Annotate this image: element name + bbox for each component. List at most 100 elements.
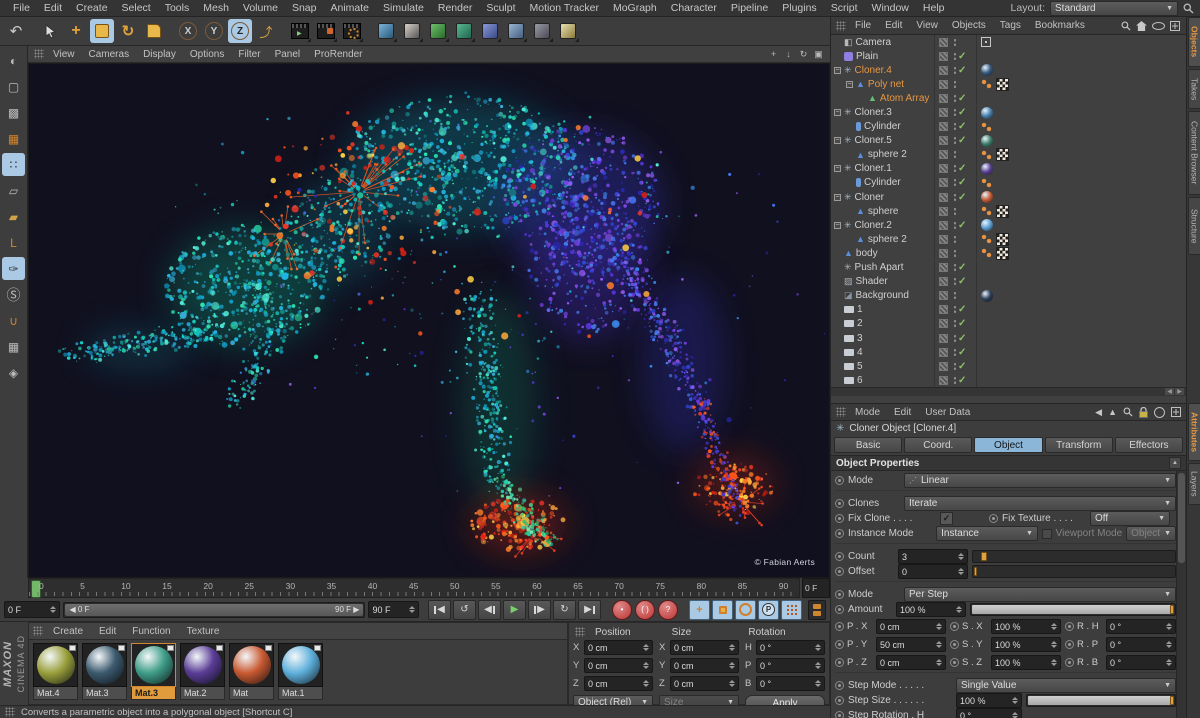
menu-create[interactable]: Create	[69, 2, 115, 14]
psr-field[interactable]: 100 %	[991, 655, 1061, 670]
tab-object[interactable]: Object	[974, 437, 1043, 453]
material-menu-function[interactable]: Function	[124, 626, 178, 637]
drag-handle-icon[interactable]	[33, 626, 43, 636]
keyframe-dot-icon[interactable]	[835, 640, 844, 649]
panel-tab-content-browser[interactable]: Content Browser	[1188, 111, 1200, 195]
search-icon[interactable]	[1183, 3, 1194, 14]
attribute-menu-user-data[interactable]: User Data	[918, 407, 977, 418]
tree-row[interactable]: − ✳ Cloner ✓	[831, 190, 1186, 205]
tree-row[interactable]: Plain ✓	[831, 49, 1186, 64]
expand-icon[interactable]: −	[834, 193, 841, 201]
keyframe-dot-icon[interactable]	[950, 658, 959, 667]
tree-row[interactable]: 3 ✓	[831, 331, 1186, 346]
expand-icon[interactable]: −	[834, 221, 841, 229]
stepper-icon[interactable]	[729, 680, 735, 687]
panel-tab-objects[interactable]: Objects	[1188, 17, 1200, 67]
psr-field[interactable]: 0 °	[1106, 637, 1176, 652]
camera-icon[interactable]	[530, 19, 554, 43]
object-menu-file[interactable]: File	[848, 20, 878, 31]
visibility-toggles[interactable]: ✓	[951, 218, 977, 233]
stepper-icon[interactable]	[643, 644, 649, 651]
material-menu-create[interactable]: Create	[45, 626, 91, 637]
menu-mograph[interactable]: MoGraph	[606, 2, 664, 14]
phong-tag-icon[interactable]	[981, 248, 993, 259]
menu-edit[interactable]: Edit	[37, 2, 69, 14]
lock-z-icon[interactable]: Z	[228, 19, 252, 43]
layer-chip[interactable]	[934, 302, 951, 317]
material-item[interactable]: Mat.2	[180, 643, 225, 700]
drag-handle-icon[interactable]	[34, 49, 44, 59]
menu-character[interactable]: Character	[664, 2, 724, 14]
keyframe-dot-icon[interactable]	[835, 552, 844, 561]
object-menu-tags[interactable]: Tags	[993, 20, 1028, 31]
stepper-icon[interactable]	[1166, 623, 1172, 630]
layer-chip[interactable]	[934, 288, 951, 303]
live-selection-icon[interactable]	[38, 19, 62, 43]
material-checkbox[interactable]	[216, 645, 223, 651]
track-mode-icon[interactable]	[1154, 406, 1165, 418]
material-checkbox[interactable]	[265, 645, 272, 651]
tree-row[interactable]: − ✳ Cloner.4 ✓	[831, 63, 1186, 78]
expand-icon[interactable]: −	[834, 165, 841, 173]
tree-row[interactable]: Cylinder ✓	[831, 119, 1186, 134]
phong-tag-icon[interactable]	[981, 177, 993, 188]
phong-tag-icon[interactable]	[981, 79, 993, 90]
stepper-icon[interactable]	[643, 680, 649, 687]
psr-field[interactable]: 0 cm	[876, 655, 946, 670]
key-pla-button[interactable]	[781, 599, 802, 620]
tree-row[interactable]: ▨ Shader ✓	[831, 274, 1186, 289]
layer-chip[interactable]	[934, 119, 951, 134]
visibility-toggles[interactable]: ✓	[951, 133, 977, 148]
menu-tools[interactable]: Tools	[158, 2, 197, 14]
menu-sculpt[interactable]: Sculpt	[479, 2, 522, 14]
rotate-workplane-icon[interactable]: ◈	[2, 361, 25, 384]
scale-icon[interactable]	[90, 19, 114, 43]
tweak-mode-icon[interactable]: ✑	[2, 257, 25, 280]
material-item[interactable]: Mat.3	[131, 643, 176, 700]
material-item[interactable]: Mat.3	[82, 643, 127, 700]
material-menu-texture[interactable]: Texture	[179, 626, 228, 637]
keyframe-dot-icon[interactable]	[835, 476, 844, 485]
material-tag[interactable]	[981, 106, 993, 119]
material-tag[interactable]	[981, 134, 993, 147]
layer-chip[interactable]	[934, 218, 951, 233]
tree-row[interactable]: 1 ✓	[831, 302, 1186, 317]
target-tag-icon[interactable]	[981, 37, 991, 48]
current-frame-field[interactable]: 0 F	[4, 601, 61, 618]
tree-row[interactable]: − ✳ Cloner.1 ✓	[831, 161, 1186, 176]
material-tag[interactable]	[981, 219, 993, 232]
keyframe-dot-icon[interactable]	[835, 681, 844, 690]
keyframe-dot-icon[interactable]	[950, 640, 959, 649]
add-panel-icon[interactable]	[1171, 407, 1181, 417]
size-z-field[interactable]: 0 cm	[670, 676, 739, 691]
environment-icon[interactable]	[478, 19, 502, 43]
layer-chip[interactable]	[934, 161, 951, 176]
key-parameter-button[interactable]: P	[758, 599, 779, 620]
modeling-objects-icon[interactable]	[374, 19, 398, 43]
psr-field[interactable]: 100 %	[991, 637, 1061, 652]
play-backwards-button[interactable]: ↺	[453, 599, 476, 620]
stepper-icon[interactable]	[1166, 659, 1172, 666]
make-editable-icon[interactable]: ◐	[2, 49, 25, 72]
position-y-field[interactable]: 0 cm	[584, 658, 653, 673]
menu-file[interactable]: File	[6, 2, 37, 14]
render-picture-viewer-icon[interactable]	[314, 19, 338, 43]
expand-icon[interactable]: −	[834, 109, 841, 117]
menu-volume[interactable]: Volume	[236, 2, 285, 14]
menu-render[interactable]: Render	[431, 2, 479, 14]
stepper-icon[interactable]	[1051, 623, 1057, 630]
tree-row[interactable]: − ✳ Cloner.5 ✓	[831, 133, 1186, 148]
rotation-b-field[interactable]: 0 °	[756, 676, 825, 691]
rotation-p-field[interactable]: 0 °	[756, 658, 825, 673]
scroll-up-icon[interactable]: ▲	[1169, 457, 1181, 469]
layer-chip[interactable]	[934, 331, 951, 346]
visibility-toggles[interactable]: ✓	[951, 373, 977, 387]
tree-row[interactable]: 2 ✓	[831, 316, 1186, 331]
step-size-field[interactable]: 100 %	[956, 693, 1022, 708]
checker-tag-icon[interactable]	[996, 232, 1009, 246]
keyframe-dot-icon[interactable]	[950, 622, 959, 631]
keyframe-dot-icon[interactable]	[1065, 622, 1074, 631]
visibility-toggles[interactable]: ✓	[951, 175, 977, 190]
stepper-icon[interactable]	[643, 662, 649, 669]
step-rotation-h-field[interactable]: 0 °	[956, 708, 1022, 718]
